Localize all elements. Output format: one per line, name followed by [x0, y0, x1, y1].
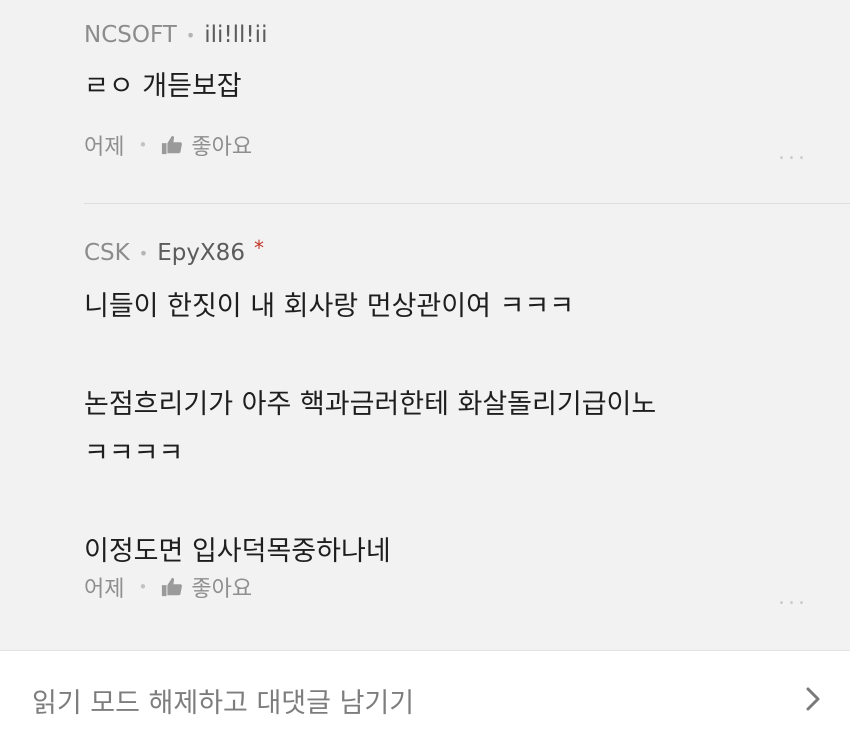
nickname[interactable]: EpyX86 [157, 240, 245, 266]
comment-footer: 어제 • 좋아요 [84, 129, 252, 161]
reply-bar[interactable]: 읽기 모드 해제하고 대댓글 남기기 [0, 650, 850, 747]
meta-separator: • [138, 243, 149, 263]
company-name[interactable]: NCSOFT [84, 22, 177, 48]
like-button[interactable]: 좋아요 [161, 571, 252, 603]
comment-meta: NCSOFT • ili!ll!ii [84, 22, 267, 48]
like-label: 좋아요 [191, 577, 253, 602]
chevron-right-icon [806, 687, 820, 711]
comment-divider [84, 203, 850, 204]
nickname[interactable]: ili!ll!ii [204, 22, 267, 48]
thumbs-up-icon [162, 135, 183, 155]
comment-time: 어제 [84, 135, 125, 160]
comment-body: ㄹㅇ 개듣보잡 [84, 71, 242, 102]
comment-body: 니들이 한짓이 내 회사랑 먼상관이여 ㅋㅋㅋ 논점흐리기가 아주 핵과금러한테… [84, 291, 657, 567]
more-options-icon[interactable]: ... [778, 585, 808, 610]
author-badge: * [253, 236, 264, 260]
footer-separator: • [138, 578, 148, 596]
reply-bar-label: 읽기 모드 해제하고 대댓글 남기기 [32, 688, 415, 719]
comment-item: CSK • EpyX86 * 니들이 한짓이 내 회사랑 먼상관이여 ㅋㅋㅋ 논… [84, 205, 850, 650]
thumbs-up-icon [162, 577, 183, 597]
footer-separator: • [138, 136, 148, 154]
like-label: 좋아요 [191, 135, 253, 160]
comment-time: 어제 [84, 577, 125, 602]
meta-separator: • [185, 25, 196, 45]
company-name[interactable]: CSK [84, 240, 130, 266]
like-button[interactable]: 좋아요 [161, 129, 252, 161]
more-options-icon[interactable]: ... [778, 140, 808, 165]
comment-meta: CSK • EpyX86 * [84, 236, 264, 266]
comment-footer: 어제 • 좋아요 [84, 571, 252, 603]
comment-item: NCSOFT • ili!ll!ii ㄹㅇ 개듣보잡 어제 • 좋아요 ... [84, 0, 850, 204]
